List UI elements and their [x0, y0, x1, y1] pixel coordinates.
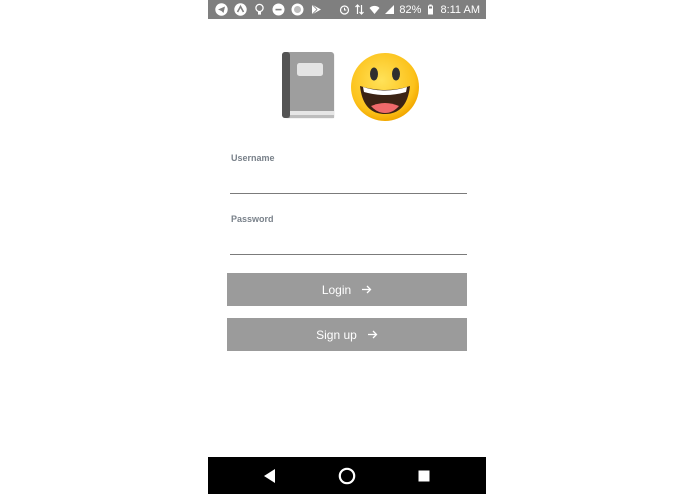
password-field: Password: [230, 214, 467, 256]
arrow-circle-icon: [234, 3, 247, 16]
notebook-emoji-icon: [281, 51, 337, 121]
username-field: Username: [230, 153, 467, 195]
telegram-icon: [215, 3, 228, 16]
record-icon: [291, 3, 304, 16]
login-button[interactable]: Login: [227, 273, 467, 306]
bulb-icon: [253, 3, 266, 16]
arrow-right-icon: [367, 329, 378, 340]
password-label: Password: [231, 214, 274, 224]
play-store-icon: [310, 3, 323, 16]
wifi-icon: [369, 4, 380, 15]
recents-icon[interactable]: [414, 466, 434, 486]
signup-button-label: Sign up: [316, 327, 357, 342]
battery-percent: 82%: [399, 3, 422, 16]
username-input[interactable]: [230, 172, 467, 194]
navigation-bar: [208, 457, 486, 494]
username-label: Username: [231, 153, 275, 163]
phone-screen: 82% 8:11 AM Username Password Login Sign…: [208, 0, 486, 494]
status-bar: 82% 8:11 AM: [208, 0, 486, 19]
minus-circle-icon: [272, 3, 285, 16]
password-input[interactable]: [230, 233, 467, 255]
arrow-right-icon: [361, 284, 372, 295]
clock: 8:11 AM: [440, 3, 480, 16]
signal-icon: [384, 4, 395, 15]
system-status: 82% 8:11 AM: [339, 2, 480, 17]
notification-icons: [215, 3, 323, 16]
signup-button[interactable]: Sign up: [227, 318, 467, 351]
home-icon[interactable]: [337, 466, 357, 486]
battery-icon: [425, 4, 436, 15]
grinning-face-emoji-icon: [349, 52, 421, 122]
login-button-label: Login: [321, 282, 352, 297]
alarm-icon: [339, 4, 350, 15]
back-icon[interactable]: [260, 466, 280, 486]
data-arrows-icon: [354, 4, 365, 15]
